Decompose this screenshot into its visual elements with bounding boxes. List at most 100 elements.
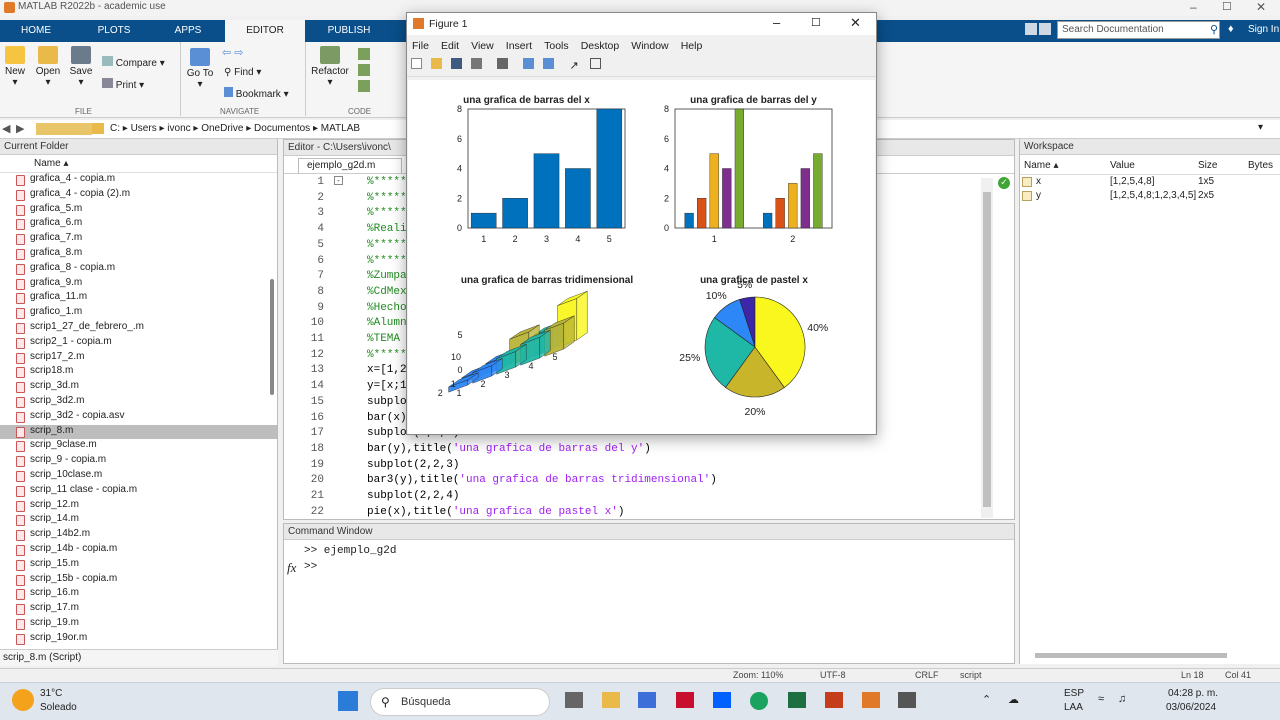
edge-icon[interactable] [750,692,768,710]
code-line[interactable]: %***** [367,207,407,219]
menu-window[interactable]: Window [631,40,668,52]
refactor-button[interactable]: Refactor ▾ [310,46,350,88]
workspace-row[interactable]: y [1,2,5,4,8;1,2,3,4,5] 2x5 [1020,189,1280,203]
folder-tools-icons[interactable] [36,123,92,135]
quick-access-icons[interactable] [1025,23,1055,39]
col-name[interactable]: Name ▴ [1024,160,1058,171]
open-icon[interactable] [431,58,443,69]
maximize-icon[interactable]: ☐ [1222,0,1232,13]
workspace-row[interactable]: x [1,2,5,4,8] 1x5 [1020,175,1280,189]
menu-tools[interactable]: Tools [544,40,569,52]
code-line[interactable]: %***** [367,239,407,251]
col-value[interactable]: Value [1110,160,1135,171]
code-line[interactable]: pie(x),title('una grafica de pastel x') [367,506,624,518]
taskbar-search[interactable]: ⚲ Búsqueda [370,688,550,716]
search-icon[interactable]: ⚲ [1210,23,1218,36]
folder-scrollbar[interactable] [270,279,274,395]
command-prompt[interactable]: >> [304,561,317,573]
code-line[interactable]: x=[1,2 [367,364,407,376]
code-line[interactable]: %***** [367,349,407,361]
file-item[interactable]: scrip_15b - copia.m [0,573,277,588]
store-icon[interactable] [638,692,656,708]
windows-start-icon[interactable] [338,691,358,711]
minimize-icon[interactable]: – [773,15,780,30]
bookmark-button[interactable]: Bookmark ▾ [224,87,289,100]
excel-icon[interactable] [788,692,806,708]
back-icon[interactable]: ◀ [2,122,10,135]
file-item[interactable]: scrip_19.m [0,617,277,632]
menu-edit[interactable]: Edit [441,40,459,52]
file-item[interactable]: scrip_14b - copia.m [0,543,277,558]
pointer-icon[interactable]: ↗ [569,61,580,72]
chevron-up-icon[interactable]: ⌃ [982,693,991,706]
property-inspector-icon[interactable] [589,58,601,69]
link-icon[interactable] [497,58,509,69]
file-item[interactable]: scrip17_2.m [0,351,277,366]
find-button[interactable]: ⚲ Find ▾ [224,67,261,78]
file-item[interactable]: scrip_19or.m [0,632,277,647]
goto-button[interactable]: Go To ▾ [186,48,214,90]
code-tools-icons[interactable] [358,48,388,98]
bell-icon[interactable]: ♦ [1228,23,1234,35]
new-button[interactable]: New ▾ [2,46,28,88]
tab-plots[interactable]: PLOTS [76,20,152,42]
keyboard-layout[interactable]: LAA [1064,702,1083,713]
code-line[interactable]: subplot(2,2,3) [367,459,459,471]
breadcrumb[interactable]: C: ▸ Users ▸ ivonc ▸ OneDrive ▸ Document… [110,123,360,134]
print-button[interactable]: Print ▾ [102,78,144,91]
sign-in-link[interactable]: Sign In [1248,24,1279,35]
file-item[interactable]: scrip_15.m [0,558,277,573]
file-item[interactable]: grafica_5.m [0,203,277,218]
dropbox-icon[interactable] [713,692,731,708]
editor-scrollbar[interactable] [981,178,993,518]
compare-button[interactable]: Compare ▾ [102,56,165,69]
file-item[interactable]: scrip_11 clase - copia.m [0,484,277,499]
clock-time[interactable]: 04:28 p. m. [1168,688,1218,699]
file-item[interactable]: scrip18.m [0,365,277,380]
code-line[interactable]: %Alumn [367,317,407,329]
file-item[interactable]: grafico_1.m [0,306,277,321]
file-item[interactable]: scrip_10clase.m [0,469,277,484]
file-item[interactable]: scrip_16.m [0,587,277,602]
menu-desktop[interactable]: Desktop [581,40,620,52]
clock-date[interactable]: 03/06/2024 [1166,702,1216,713]
file-item[interactable]: scrip_12.m [0,499,277,514]
code-line[interactable]: %Reali [367,223,407,235]
tab-home[interactable]: HOME [0,20,72,42]
file-item[interactable]: grafica_7.m [0,232,277,247]
file-explorer-icon[interactable] [602,692,620,708]
maximize-icon[interactable]: ☐ [811,16,821,29]
menu-file[interactable]: File [412,40,429,52]
col-bytes[interactable]: Bytes [1248,160,1273,171]
code-line[interactable]: subplot(2,2,4) [367,490,459,502]
task-view-icon[interactable] [565,692,583,708]
file-item[interactable]: scrip_3d2.m [0,395,277,410]
tab-publish[interactable]: PUBLISH [310,20,388,42]
powerpoint-icon[interactable] [825,692,843,708]
code-line[interactable]: bar(y),title('una grafica de barras del … [367,443,651,455]
editor-tab[interactable]: ejemplo_g2d.m [298,158,402,173]
file-item[interactable]: scrip_14b2.m [0,528,277,543]
wifi-icon[interactable]: ≈ [1098,693,1104,705]
language-indicator[interactable]: ESP [1064,688,1084,699]
file-item[interactable]: scrip1_27_de_febrero_.m [0,321,277,336]
file-item[interactable]: grafica_11.m [0,291,277,306]
file-item[interactable]: grafica_8 - copia.m [0,262,277,277]
col-size[interactable]: Size [1198,160,1217,171]
back-forward-icons[interactable]: ⇦ ⇨ [222,46,244,59]
code-line[interactable]: bar3(y),title('una grafica de barras tri… [367,474,717,486]
new-figure-icon[interactable] [411,58,422,69]
command-window[interactable]: Command Window >> ejemplo_g2d fx >> [283,523,1015,664]
chevron-down-icon[interactable]: ▾ [1258,122,1263,133]
file-item[interactable]: scrip_3d.m [0,380,277,395]
function-browser-icon[interactable]: fx [287,560,296,576]
code-line[interactable]: %***** [367,192,407,204]
code-line[interactable]: y=[x;1 [367,380,407,392]
file-item[interactable]: scrip2_1 - copia.m [0,336,277,351]
code-line[interactable]: %***** [367,176,407,188]
file-item[interactable]: scrip_9clase.m [0,439,277,454]
code-line[interactable]: %TEMA [367,333,407,345]
open-button[interactable]: Open ▾ [34,46,62,88]
code-line[interactable]: %CdMex [367,286,407,298]
onedrive-icon[interactable]: ☁ [1008,693,1019,706]
